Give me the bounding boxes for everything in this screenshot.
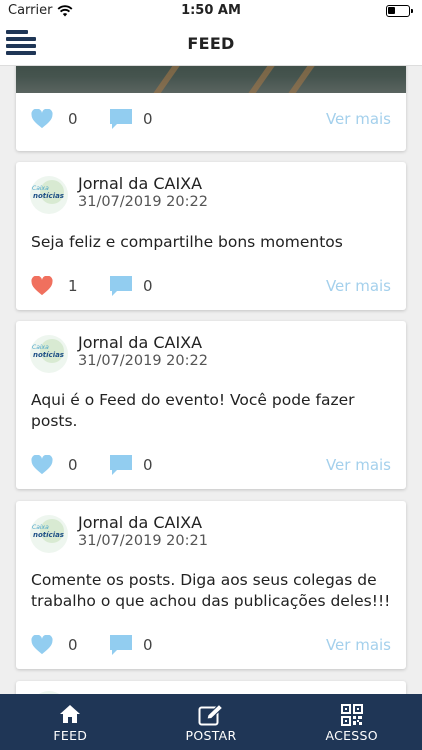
- post-actions: 0 0 Ver mais: [31, 107, 391, 133]
- heart-icon[interactable]: [31, 276, 53, 296]
- tab-bar: FEED POSTAR ACESSO: [0, 694, 422, 750]
- home-icon: [60, 705, 81, 723]
- post-text: Aqui é o Feed do evento! Você pode fazer…: [31, 391, 355, 430]
- tab-label: ACESSO: [325, 728, 378, 743]
- comment-icon[interactable]: [109, 454, 133, 476]
- post-actions: 0 0 Ver mais: [31, 453, 391, 479]
- status-bar: Carrier 1:50 AM: [0, 0, 422, 22]
- see-more-link[interactable]: Ver mais: [326, 110, 391, 128]
- page-title: FEED: [187, 34, 235, 53]
- feed-card: Caixa notícias Jornal da CAIXA 31/07/201…: [16, 162, 406, 310]
- feed-card: [16, 681, 406, 694]
- post-text: Seja feliz e compartilhe bons momentos: [31, 233, 343, 251]
- comment-count: 0: [143, 456, 153, 474]
- tab-acesso[interactable]: ACESSO: [281, 694, 422, 750]
- see-more-link[interactable]: Ver mais: [326, 636, 391, 654]
- author-avatar[interactable]: Caixa notícias: [30, 335, 68, 373]
- edit-icon: [198, 704, 224, 726]
- navigation-bar: FEED: [0, 22, 422, 66]
- post-date: 31/07/2019 20:22: [78, 353, 208, 369]
- comment-icon[interactable]: [109, 108, 133, 130]
- tab-label: FEED: [53, 728, 88, 743]
- post-actions: 0 0 Ver mais: [31, 633, 391, 659]
- heart-icon[interactable]: [31, 455, 53, 475]
- tab-feed[interactable]: FEED: [0, 694, 141, 750]
- like-count: 0: [68, 636, 78, 654]
- like-count: 0: [68, 110, 78, 128]
- author-avatar[interactable]: Caixa notícias: [30, 176, 68, 214]
- post-text: Comente os posts. Diga aos seus colegas …: [31, 571, 391, 610]
- tab-label: POSTAR: [185, 728, 237, 743]
- comment-count: 0: [143, 277, 153, 295]
- post-image: [16, 66, 406, 93]
- author-avatar[interactable]: Caixa notícias: [30, 515, 68, 553]
- comment-icon[interactable]: [109, 634, 133, 656]
- battery-icon: [386, 5, 413, 17]
- post-actions: 1 0 Ver mais: [31, 274, 391, 300]
- heart-icon[interactable]: [31, 635, 53, 655]
- post-date: 31/07/2019 20:22: [78, 194, 208, 210]
- comment-count: 0: [143, 110, 153, 128]
- feed-list[interactable]: 0 0 Ver mais Caixa notícias Jornal da CA…: [0, 66, 422, 694]
- comment-count: 0: [143, 636, 153, 654]
- like-count: 1: [68, 277, 78, 295]
- feed-card: Caixa notícias Jornal da CAIXA 31/07/201…: [16, 501, 406, 669]
- feed-card: Caixa notícias Jornal da CAIXA 31/07/201…: [16, 321, 406, 489]
- status-time: 1:50 AM: [181, 3, 241, 18]
- like-count: 0: [68, 456, 78, 474]
- see-more-link[interactable]: Ver mais: [326, 456, 391, 474]
- feed-card: 0 0 Ver mais: [16, 66, 406, 151]
- post-date: 31/07/2019 20:21: [78, 533, 208, 549]
- tab-postar[interactable]: POSTAR: [141, 694, 282, 750]
- qr-code-icon: [340, 704, 363, 726]
- post-author: Jornal da CAIXA: [78, 513, 203, 532]
- heart-icon[interactable]: [31, 109, 53, 129]
- post-author: Jornal da CAIXA: [78, 333, 203, 352]
- see-more-link[interactable]: Ver mais: [326, 277, 391, 295]
- post-author: Jornal da CAIXA: [78, 174, 203, 193]
- comment-icon[interactable]: [109, 275, 133, 297]
